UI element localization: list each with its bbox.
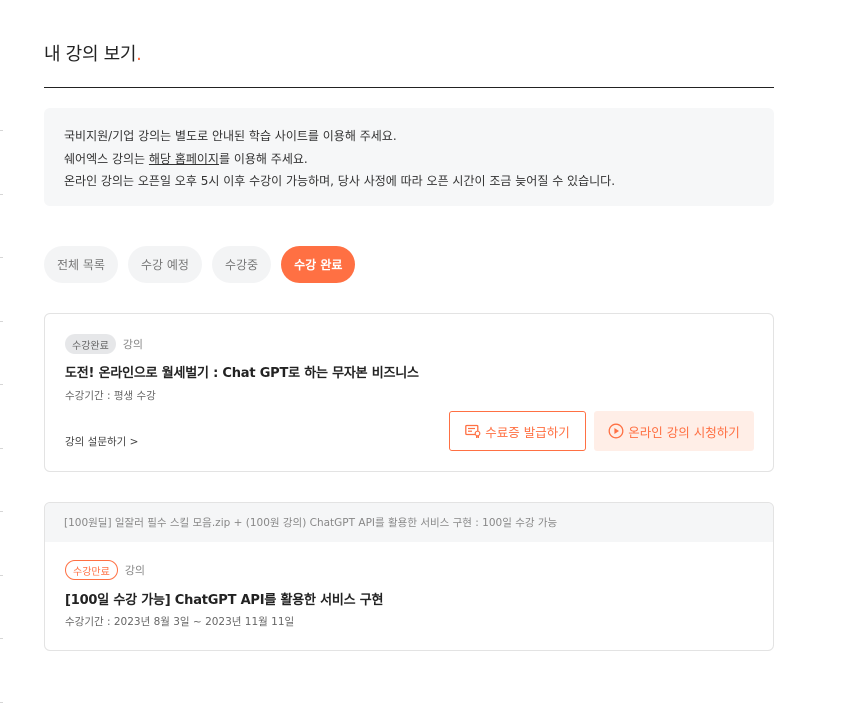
title-divider: [44, 87, 774, 88]
package-title: [100원딜] 일잘러 필수 스킬 모음.zip + (100원 강의) Cha…: [45, 503, 773, 542]
homepage-link[interactable]: 해당 홈페이지: [149, 152, 219, 166]
course-period: 수강기간 : 평생 수강: [65, 390, 156, 402]
course-card: 수강완료 강의 도전! 온라인으로 월세벌기 : Chat GPT로 하는 무자…: [44, 313, 774, 472]
course-meta: 수강만료 강의: [65, 560, 145, 580]
course-meta: 수강완료 강의: [65, 334, 143, 354]
course-kind: 강의: [122, 338, 144, 351]
notice-line-3: 온라인 강의는 오픈일 오후 5시 이후 수강이 가능하며, 당사 사정에 따라…: [64, 174, 616, 188]
play-circle-icon: [608, 423, 624, 439]
notice-line-2: 쉐어엑스 강의는 해당 홈페이지를 이용해 주세요.: [64, 151, 308, 166]
status-badge: 수강완료: [65, 334, 116, 354]
certificate-icon: [465, 424, 481, 438]
course-period: 수강기간 : 2023년 8월 3일 ~ 2023년 11월 11일: [65, 616, 295, 628]
tab-all[interactable]: 전체 목록: [44, 246, 118, 283]
page-title: 내 강의 보기.: [44, 44, 142, 65]
tab-upcoming[interactable]: 수강 예정: [127, 246, 202, 283]
notice-line-1: 국비지원/기업 강의는 별도로 안내된 학습 사이트를 이용해 주세요.: [64, 129, 397, 143]
left-edge-ticks: [0, 0, 3, 708]
status-badge: 수강만료: [65, 560, 118, 580]
course-survey-link[interactable]: 강의 설문하기 >: [65, 434, 138, 449]
course-kind: 강의: [124, 564, 146, 577]
notice-box: 국비지원/기업 강의는 별도로 안내된 학습 사이트를 이용해 주세요. 쉐어엑…: [44, 108, 774, 206]
title-dot: .: [136, 44, 142, 65]
tab-in-progress[interactable]: 수강중: [211, 246, 272, 283]
status-tabs: 전체 목록 수강 예정 수강중 수강 완료: [44, 246, 356, 283]
tab-completed[interactable]: 수강 완료: [281, 246, 356, 283]
issue-certificate-label: 수료증 발급하기: [485, 424, 570, 440]
watch-online-course-button[interactable]: 온라인 강의 시청하기: [594, 411, 754, 451]
watch-online-course-label: 온라인 강의 시청하기: [628, 424, 740, 440]
course-title[interactable]: 도전! 온라인으로 월세벌기 : Chat GPT로 하는 무자본 비즈니스: [65, 362, 419, 381]
issue-certificate-button[interactable]: 수료증 발급하기: [449, 411, 586, 451]
course-title[interactable]: [100일 수강 가능] ChatGPT API를 활용한 서비스 구현: [65, 589, 383, 608]
package-course-card: [100원딜] 일잘러 필수 스킬 모음.zip + (100원 강의) Cha…: [44, 502, 774, 651]
